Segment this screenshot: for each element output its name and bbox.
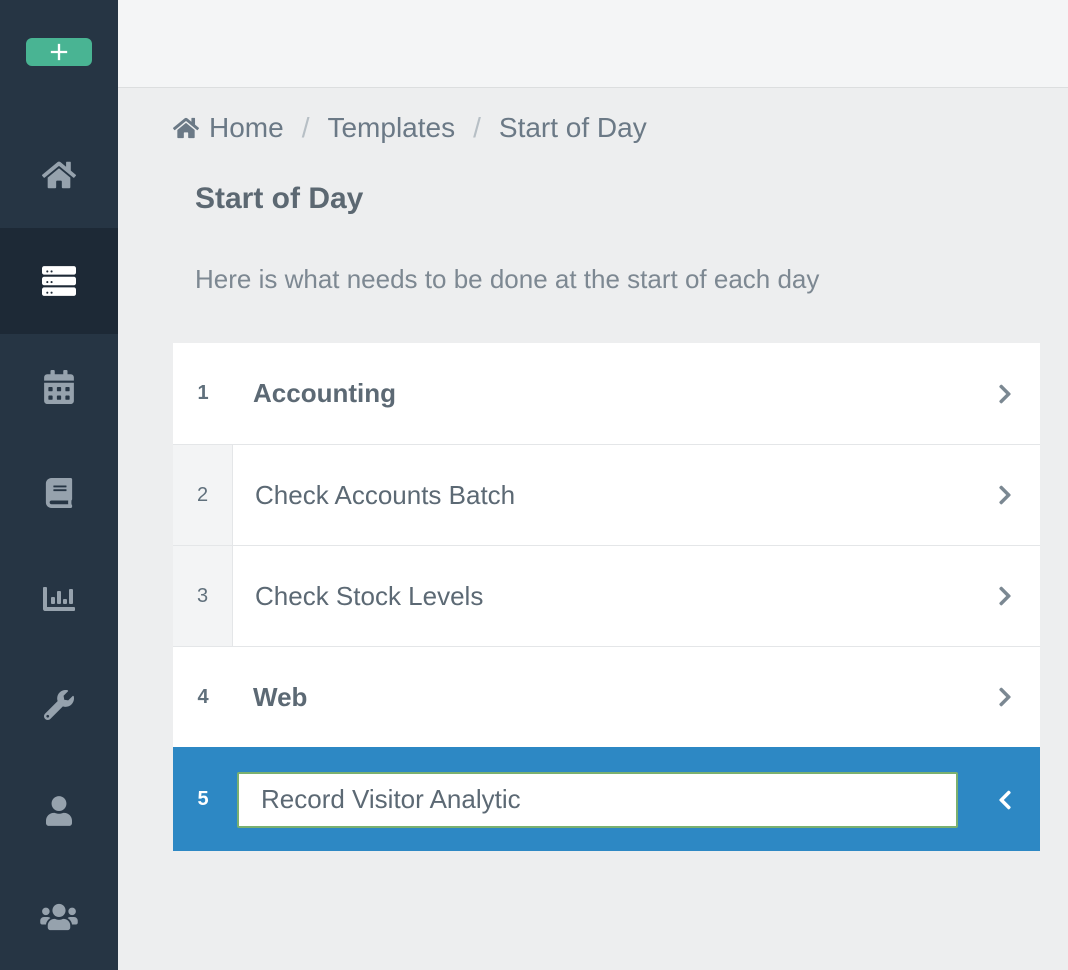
book-icon — [44, 478, 74, 508]
list-section[interactable]: 4 Web — [173, 646, 1040, 747]
breadcrumb-current: Start of Day — [499, 112, 647, 144]
chevron-right-icon — [998, 383, 1012, 405]
task-list: 1 Accounting 2 Check Accounts Batch 3 Ch… — [173, 343, 1040, 851]
home-icon — [42, 158, 76, 192]
content: Home / Templates / Start of Day Start of… — [118, 88, 1068, 851]
nav-book[interactable] — [0, 440, 118, 546]
expand-row[interactable] — [970, 383, 1040, 405]
nav-templates[interactable] — [0, 228, 118, 334]
nav-calendar[interactable] — [0, 334, 118, 440]
chevron-right-icon — [998, 585, 1012, 607]
task-name-input[interactable] — [237, 772, 958, 828]
chevron-right-icon — [998, 686, 1012, 708]
row-label: Check Accounts Batch — [233, 480, 970, 511]
breadcrumb-separator: / — [296, 112, 316, 144]
breadcrumb: Home / Templates / Start of Day — [173, 112, 1040, 144]
row-label: Check Stock Levels — [233, 581, 970, 612]
nav-home[interactable] — [0, 122, 118, 228]
list-item[interactable]: 2 Check Accounts Batch — [173, 444, 1040, 545]
row-number: 1 — [173, 382, 233, 405]
list-item-editing[interactable]: 5 — [173, 747, 1040, 851]
nav-settings[interactable] — [0, 652, 118, 758]
add-button[interactable] — [26, 38, 92, 66]
row-number: 5 — [173, 788, 233, 811]
chevron-left-icon — [998, 789, 1012, 811]
list-item[interactable]: 3 Check Stock Levels — [173, 545, 1040, 646]
chart-icon — [43, 583, 75, 615]
row-number: 3 — [173, 546, 233, 646]
wrench-icon — [44, 690, 74, 720]
breadcrumb-home[interactable]: Home — [173, 112, 284, 144]
sidebar — [0, 0, 118, 970]
breadcrumb-templates[interactable]: Templates — [327, 112, 455, 144]
home-icon — [173, 115, 199, 141]
expand-row[interactable] — [970, 585, 1040, 607]
row-number: 4 — [173, 686, 233, 709]
row-label: Web — [233, 682, 970, 713]
expand-row[interactable] — [970, 686, 1040, 708]
nav-reports[interactable] — [0, 546, 118, 652]
breadcrumb-separator: / — [467, 112, 487, 144]
calendar-icon — [44, 370, 74, 404]
nav-users[interactable] — [0, 864, 118, 970]
nav-user[interactable] — [0, 758, 118, 864]
expand-row[interactable] — [970, 484, 1040, 506]
main: Home / Templates / Start of Day Start of… — [118, 0, 1068, 970]
top-bar — [118, 0, 1068, 88]
list-section[interactable]: 1 Accounting — [173, 343, 1040, 444]
collapse-row[interactable] — [970, 789, 1040, 811]
users-icon — [40, 902, 78, 932]
row-label: Accounting — [233, 378, 970, 409]
plus-icon — [45, 38, 73, 66]
server-icon — [42, 264, 76, 298]
chevron-right-icon — [998, 484, 1012, 506]
page-title: Start of Day — [195, 182, 1040, 216]
row-number: 2 — [173, 445, 233, 545]
breadcrumb-home-label: Home — [209, 112, 284, 144]
user-icon — [46, 796, 72, 826]
sidebar-nav — [0, 122, 118, 970]
page-description: Here is what needs to be done at the sta… — [195, 264, 1040, 295]
